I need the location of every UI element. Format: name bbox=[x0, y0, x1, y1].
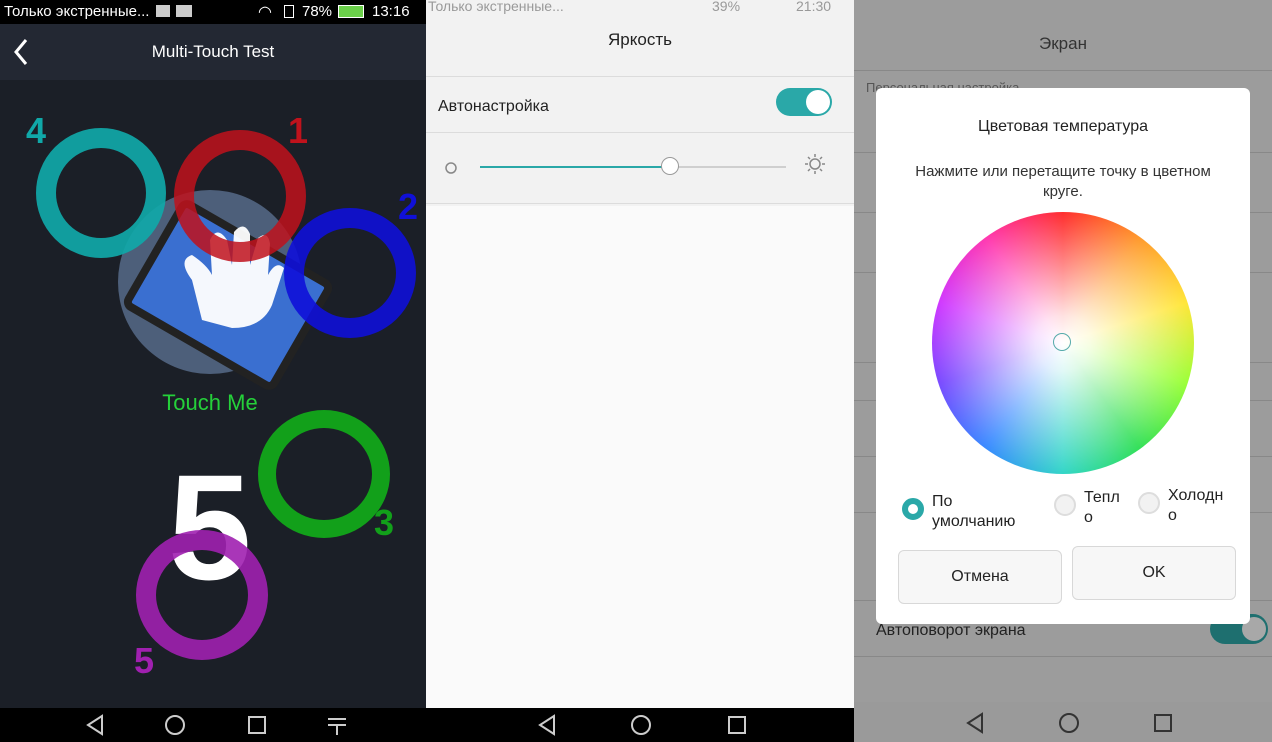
color-picker-point[interactable] bbox=[1053, 333, 1071, 351]
multitouch-panel: Только экстренные... ◠ 78% 13:16 Multi-T… bbox=[0, 0, 426, 742]
touch-label-1: 1 bbox=[288, 110, 309, 151]
radio-warm-label: Тепл о bbox=[1084, 489, 1120, 526]
radio-cold-label: Холодн о bbox=[1168, 487, 1224, 524]
dialog-title: Цветовая температура bbox=[977, 118, 1149, 135]
touch-ring-1 bbox=[174, 130, 306, 262]
sim-icon bbox=[284, 5, 294, 18]
brightness-panel: Только экстренные... 39% 21:30 Яркость А… bbox=[426, 0, 854, 742]
nav-back-icon[interactable] bbox=[536, 714, 558, 736]
auto-brightness-toggle[interactable] bbox=[776, 88, 832, 116]
nav-bar bbox=[0, 708, 426, 742]
brightness-low-icon bbox=[445, 162, 457, 174]
display-settings-panel: Экран Персональная настройка Автоповорот… bbox=[854, 0, 1272, 742]
nav-bar bbox=[854, 702, 1272, 742]
touch-ring-2 bbox=[284, 208, 416, 338]
touch-ring-5 bbox=[136, 530, 268, 660]
nav-recents-icon[interactable] bbox=[246, 714, 268, 736]
content-area bbox=[426, 206, 854, 708]
color-temperature-dialog: Цветовая температура Нажмите или перетащ… bbox=[876, 88, 1250, 624]
app-bar: Multi-Touch Test bbox=[0, 24, 426, 80]
touch-ring-4 bbox=[36, 128, 166, 258]
touch-label-3: 3 bbox=[374, 502, 395, 543]
wifi-icon: ◠ bbox=[258, 4, 272, 21]
cancel-button[interactable]: Отмена bbox=[898, 550, 1062, 604]
touch-label-4: 4 bbox=[26, 110, 47, 151]
touch-ring-3 bbox=[258, 410, 390, 538]
battery-percent: 78% bbox=[302, 3, 333, 20]
nav-bar bbox=[426, 708, 854, 742]
nav-back-icon[interactable] bbox=[84, 714, 106, 736]
nav-recents-icon[interactable] bbox=[726, 714, 748, 736]
brightness-slider-row bbox=[426, 133, 854, 204]
notification-icon bbox=[156, 5, 170, 17]
page-title: Экран bbox=[1039, 34, 1087, 53]
touch-label-2: 2 bbox=[398, 186, 419, 227]
brightness-slider-thumb[interactable] bbox=[660, 157, 679, 175]
radio-default-label: По умолчанию bbox=[932, 493, 1016, 530]
toggle-knob bbox=[806, 90, 830, 114]
nav-menu-icon[interactable] bbox=[326, 714, 348, 736]
battery-icon bbox=[338, 5, 364, 18]
radio-selected-icon bbox=[902, 498, 924, 520]
nav-back-icon[interactable] bbox=[964, 712, 986, 734]
color-wheel[interactable] bbox=[932, 212, 1194, 474]
nav-home-icon[interactable] bbox=[164, 714, 186, 736]
image-icon bbox=[176, 5, 192, 17]
nav-home-icon[interactable] bbox=[1058, 712, 1080, 734]
battery-percent: 39% bbox=[712, 0, 741, 14]
divider bbox=[426, 76, 854, 77]
status-bar: Только экстренные... ◠ 78% 13:16 bbox=[0, 0, 426, 24]
status-bar: Только экстренные... 39% 21:30 bbox=[426, 0, 854, 16]
dialog-instruction: Нажмите или перетащите точку в цветном к… bbox=[915, 163, 1211, 200]
auto-brightness-row[interactable]: Автонастройка bbox=[426, 78, 854, 133]
touch-me-label: Touch Me bbox=[162, 390, 258, 415]
status-time: 21:30 bbox=[796, 0, 832, 14]
brightness-slider[interactable] bbox=[480, 157, 786, 175]
status-notification: Только экстренные... bbox=[428, 0, 564, 14]
status-time: 13:16 bbox=[372, 3, 410, 20]
ok-button[interactable]: OK bbox=[1072, 546, 1236, 600]
radio-unselected-icon bbox=[1138, 492, 1160, 514]
auto-brightness-label: Автонастройка bbox=[438, 98, 549, 115]
brightness-slider-fill bbox=[480, 166, 670, 168]
nav-recents-icon[interactable] bbox=[1152, 712, 1174, 734]
auto-rotate-label: Автоповорот экрана bbox=[876, 622, 1026, 639]
brightness-high-icon bbox=[805, 154, 825, 174]
radio-unselected-icon bbox=[1054, 494, 1076, 516]
status-notification: Только экстренные... bbox=[4, 3, 150, 20]
page-title: Яркость bbox=[608, 30, 672, 49]
page-title: Multi-Touch Test bbox=[151, 42, 275, 61]
touch-label-5: 5 bbox=[134, 640, 155, 681]
nav-home-icon[interactable] bbox=[630, 714, 652, 736]
